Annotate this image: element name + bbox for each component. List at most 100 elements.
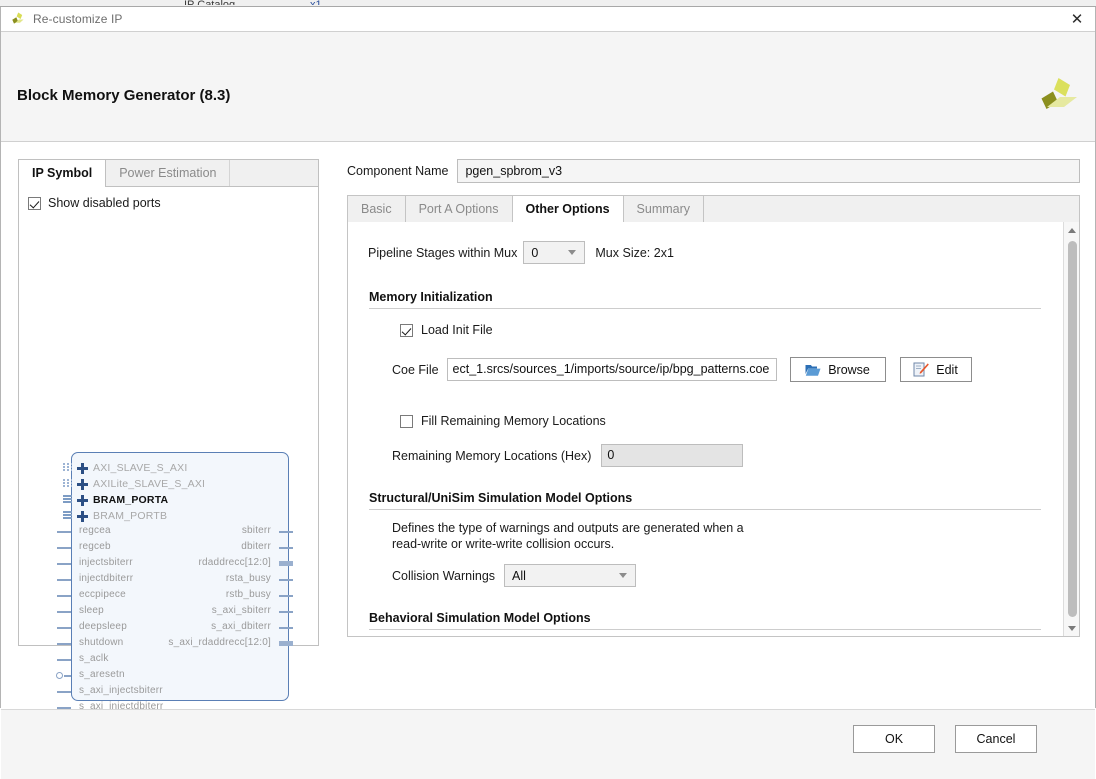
- symbol-bus-row[interactable]: BRAM_PORTB: [77, 509, 167, 523]
- pin-stub: [57, 643, 71, 645]
- xilinx-pinwheel-logo: [1037, 76, 1079, 116]
- structural-description: Defines the type of warnings and outputs…: [392, 520, 1063, 552]
- symbol-bus-row[interactable]: AXILite_SLAVE_S_AXI: [77, 477, 205, 491]
- mux-size-text: Mux Size: 2x1: [595, 245, 674, 260]
- pin-stub: [57, 611, 71, 613]
- dialog-header: Block Memory Generator (8.3) Documentati…: [1, 32, 1095, 158]
- component-name-label: Component Name: [347, 164, 449, 178]
- structural-title: Structural/UniSim Simulation Model Optio…: [369, 491, 633, 505]
- page-title: Block Memory Generator (8.3): [17, 87, 231, 104]
- scrollbar-thumb[interactable]: [1068, 241, 1077, 617]
- collision-warnings-label: Collision Warnings: [392, 568, 496, 583]
- options-vertical-scrollbar[interactable]: [1063, 222, 1079, 636]
- tab-ip-symbol[interactable]: IP Symbol: [19, 160, 107, 187]
- pin-stub: [57, 579, 71, 581]
- pipeline-stages-label: Pipeline Stages within Mux: [368, 245, 518, 260]
- structural-description-line2: read-write or write-write collision occu…: [392, 537, 615, 551]
- pipeline-stages-value: 0: [531, 245, 539, 260]
- show-disabled-ports-checkbox[interactable]: [28, 196, 41, 210]
- background-ghost-right: x1: [310, 0, 322, 5]
- load-init-file-row[interactable]: Load Init File: [400, 323, 1063, 337]
- symbol-bus-row[interactable]: BRAM_PORTA: [77, 493, 168, 507]
- ip-symbol-panel: IP Symbol Power Estimation Show disabled…: [18, 159, 319, 712]
- dialog-title: Re-customize IP: [33, 12, 123, 26]
- expand-plus-icon[interactable]: [77, 462, 88, 474]
- tab-basic[interactable]: Basic: [347, 195, 405, 222]
- symbol-pin-label: s_axi_rdaddrecc[12:0]: [168, 637, 271, 648]
- coe-file-input[interactable]: ect_1.srcs/sources_1/imports/source/ip/b…: [446, 358, 777, 381]
- scroll-down-button[interactable]: [1064, 620, 1080, 636]
- collision-warnings-value: All: [512, 568, 526, 583]
- load-init-file-checkbox[interactable]: [400, 323, 413, 337]
- tab-basic-label: Basic: [361, 202, 392, 216]
- options-tabstrip-filler: [703, 195, 1080, 222]
- expand-plus-icon[interactable]: [77, 510, 88, 522]
- bus-stub-axi-slave: [63, 462, 72, 473]
- tab-other-options[interactable]: Other Options: [511, 195, 623, 222]
- pin-stub: [64, 675, 71, 677]
- tab-power-estimation[interactable]: Power Estimation: [106, 160, 231, 186]
- browse-label: Browse: [828, 362, 870, 377]
- remaining-hex-input[interactable]: 0: [601, 444, 744, 467]
- expand-plus-icon[interactable]: [77, 478, 88, 490]
- browse-button[interactable]: Browse: [789, 357, 886, 382]
- tab-summary[interactable]: Summary: [622, 195, 704, 222]
- behavioral-title: Behavioral Simulation Model Options: [369, 611, 591, 625]
- cancel-button[interactable]: Cancel: [955, 725, 1037, 753]
- pipeline-stages-row: Pipeline Stages within Mux 0 Mux Size: 2…: [368, 241, 1063, 264]
- pin-stub-bus: [279, 641, 293, 646]
- tab-ip-symbol-label: IP Symbol: [32, 166, 93, 180]
- expand-plus-icon[interactable]: [77, 494, 88, 506]
- pin-stub: [279, 579, 293, 581]
- dialog-footer: OK Cancel: [1, 709, 1095, 779]
- ok-button[interactable]: OK: [853, 725, 935, 753]
- symbol-pin-label: rdaddrecc[12:0]: [198, 557, 271, 568]
- background-ghost-left: IP Catalog: [184, 0, 235, 5]
- pipeline-stages-select[interactable]: 0: [523, 241, 586, 264]
- left-tabstrip: IP Symbol Power Estimation: [19, 160, 318, 187]
- scroll-up-button[interactable]: [1064, 222, 1079, 238]
- close-icon[interactable]: ✕: [1059, 7, 1095, 31]
- xilinx-logo-icon: [10, 11, 26, 27]
- symbol-pin-label: s_aclk: [79, 653, 109, 664]
- pin-stub: [279, 611, 293, 613]
- behavioral-section: Behavioral Simulation Model Options: [369, 611, 1041, 630]
- pin-stub: [279, 547, 293, 549]
- symbol-pin-label: deepsleep: [79, 621, 127, 632]
- collision-warnings-select[interactable]: All: [504, 564, 637, 587]
- pin-stub: [57, 531, 71, 533]
- section-divider: [369, 629, 1041, 630]
- structural-section: Structural/UniSim Simulation Model Optio…: [369, 491, 1041, 510]
- pin-stub: [279, 595, 293, 597]
- symbol-pin-label: shutdown: [79, 637, 124, 648]
- edit-label: Edit: [936, 362, 958, 377]
- show-disabled-ports-label: Show disabled ports: [48, 196, 161, 210]
- symbol-bus-row[interactable]: AXI_SLAVE_S_AXI: [77, 461, 187, 475]
- re-customize-ip-dialog: Re-customize IP ✕ Block Memory Generator…: [0, 7, 1096, 779]
- fill-remaining-checkbox[interactable]: [400, 414, 413, 428]
- symbol-bus-label: BRAM_PORTB: [93, 510, 168, 522]
- component-name-row: Component Name pgen_spbrom_v3: [347, 159, 1080, 183]
- symbol-pin-label: sbiterr: [241, 525, 271, 536]
- other-options-scroll-area: Pipeline Stages within Mux 0 Mux Size: 2…: [348, 222, 1063, 636]
- collision-warnings-row: Collision Warnings All: [392, 564, 1063, 587]
- active-low-bubble-icon: [56, 672, 63, 679]
- fill-remaining-label: Fill Remaining Memory Locations: [421, 414, 606, 428]
- component-name-input[interactable]: pgen_spbrom_v3: [457, 159, 1080, 183]
- fill-remaining-row[interactable]: Fill Remaining Memory Locations: [400, 414, 1063, 428]
- edit-button[interactable]: Edit: [899, 357, 972, 382]
- ip-symbol-diagram: AXI_SLAVE_S_AXI AXILite_SLAVE_S_AXI BRAM…: [55, 436, 295, 712]
- pin-stub: [57, 595, 71, 597]
- symbol-pin-label: dbiterr: [241, 541, 271, 552]
- symbol-pin-label: s_aresetn: [79, 669, 125, 680]
- folder-open-icon: [805, 363, 821, 377]
- chevron-down-icon: [1068, 625, 1076, 631]
- options-tabstrip: Basic Port A Options Other Options Summa…: [347, 195, 1080, 222]
- symbol-pin-label: rstb_busy: [225, 589, 271, 600]
- symbol-pin-label: regcea: [79, 525, 111, 536]
- show-disabled-ports-row[interactable]: Show disabled ports: [28, 196, 318, 210]
- symbol-pin-label: regceb: [79, 541, 111, 552]
- pin-stub: [279, 531, 293, 533]
- tab-port-a-options[interactable]: Port A Options: [404, 195, 512, 222]
- section-divider: [369, 308, 1041, 309]
